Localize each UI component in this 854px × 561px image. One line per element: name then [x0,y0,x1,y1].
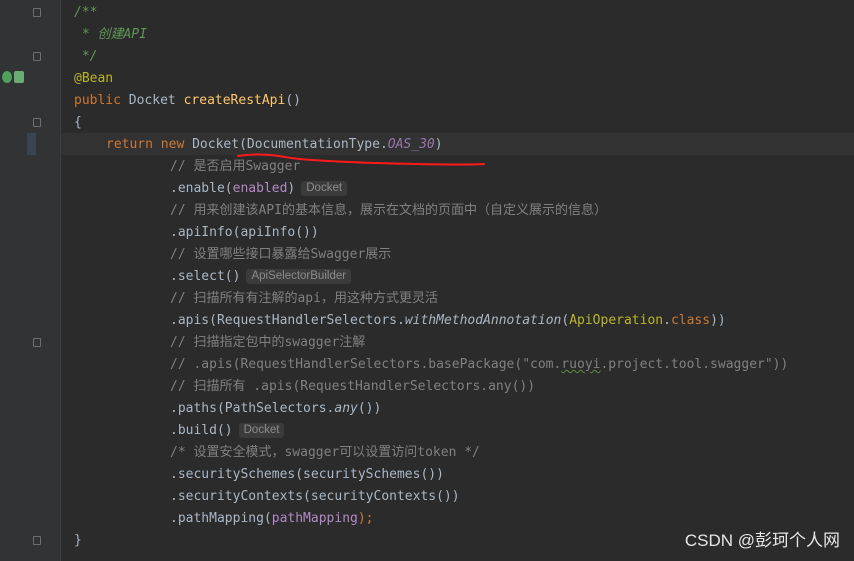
code-line-signature: public Docket createRestApi() [74,93,301,108]
code-line-comment-3: // 设置哪些接口暴露给Swagger展示 [170,247,392,262]
fold-marker-doc-end[interactable] [33,52,41,61]
code-line-comment-6: // .apis(RequestHandlerSelectors.basePac… [170,357,789,372]
code-line-comment-7: // 扫描所有 .apis(RequestHandlerSelectors.an… [170,379,536,394]
code-line-paths: .paths(PathSelectors.any()) [170,401,382,416]
code-line-build: .build() Docket [170,420,285,442]
red-underline-annotation [237,153,485,166]
leaf-icon[interactable] [14,71,24,83]
code-line-comment-4: // 扫描所有有注解的api，用这种方式更灵活 [170,291,438,306]
code-line-brace-close: } [74,533,82,548]
fold-marker-method-start[interactable] [33,118,41,127]
bean-icon[interactable] [2,71,12,83]
fold-marker-method-end[interactable] [33,536,41,545]
code-line-apis: .apis(RequestHandlerSelectors.withMethod… [170,313,726,328]
code-line-comment-2: // 用来创建该API的基本信息，展示在文档的页面中（自定义展示的信息） [170,203,607,218]
watermark: CSDN @彭珂个人网 [684,531,840,550]
code-line-security-schemes: .securitySchemes(securitySchemes()) [170,467,444,482]
code-line-3: */ [74,49,98,64]
current-line-marker [27,133,36,155]
editor-gutter[interactable] [0,0,60,561]
code-line-comment-5: // 扫描指定包中的swagger注解 [170,335,366,350]
code-line-path-mapping: .pathMapping(pathMapping); [170,511,374,526]
type-hint-docket-build: Docket [238,423,285,438]
fold-marker-comment[interactable] [33,338,41,347]
code-line-comment-8: /* 设置安全模式，swagger可以设置访问token */ [170,445,480,460]
type-hint-docket: Docket [301,181,348,196]
code-line-security-contexts: .securityContexts(securityContexts()) [170,489,460,504]
code-line-2: * 创建API [74,27,147,42]
fold-marker-doc-start[interactable] [33,8,41,17]
code-line-enable: .enable(enabled) Docket [170,178,348,200]
code-line-apiinfo: .apiInfo(apiInfo()) [170,225,319,240]
code-editor[interactable]: /** * 创建API */ @Bean public Docket creat… [61,0,854,561]
gutter-bean-icons[interactable] [2,71,24,85]
code-line-1: /** [74,5,98,20]
code-line-select: .select() ApiSelectorBuilder [170,266,352,288]
code-line-annotation: @Bean [74,71,114,86]
type-hint-api-selector-builder: ApiSelectorBuilder [246,269,352,284]
code-line-brace-open: { [74,115,82,130]
